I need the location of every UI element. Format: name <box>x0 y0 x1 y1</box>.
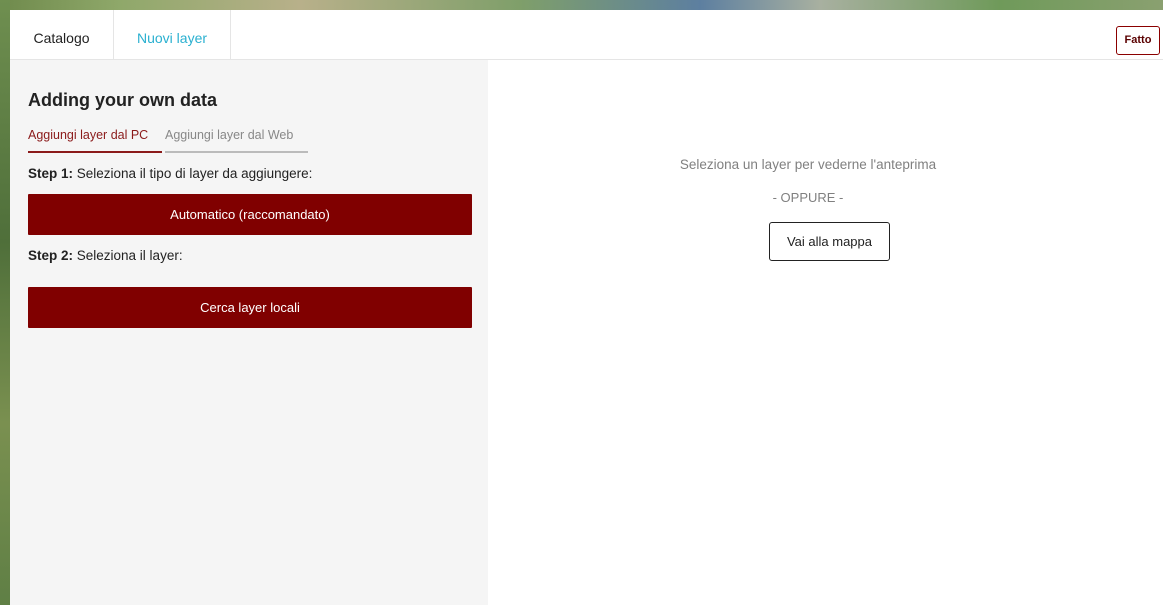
layer-type-select[interactable]: Automatico (raccomandato) <box>28 194 472 235</box>
preview-or-separator: - OPPURE - <box>772 190 844 205</box>
tab-new-layers[interactable]: Nuovi layer <box>114 10 231 59</box>
step1-text: Seleziona il tipo di layer da aggiungere… <box>73 166 313 181</box>
subtab-add-from-web[interactable]: Aggiungi layer dal Web <box>165 128 308 153</box>
panel-title: Adding your own data <box>28 90 217 110</box>
step1-label: Step 1: Seleziona il tipo di layer da ag… <box>28 166 312 181</box>
subtab-add-from-pc[interactable]: Aggiungi layer dal PC <box>28 128 162 153</box>
go-to-map-button[interactable]: Vai alla mappa <box>769 222 890 261</box>
step2-label: Step 2: Seleziona il layer: <box>28 248 183 263</box>
step1-prefix: Step 1: <box>28 166 74 181</box>
preview-hint: Seleziona un layer per vederne l'antepri… <box>679 157 937 172</box>
modal-tabbar: Catalogo Nuovi layer Fatto <box>10 10 1163 60</box>
browse-local-layers-button[interactable]: Cerca layer locali <box>28 287 472 328</box>
tab-catalog[interactable]: Catalogo <box>10 10 114 59</box>
add-data-modal: Catalogo Nuovi layer Fatto Adding your o… <box>10 10 1163 605</box>
preview-area: Seleziona un layer per vederne l'antepri… <box>488 60 1163 605</box>
step2-prefix: Step 2: <box>28 248 74 263</box>
add-data-panel: Adding your own data Aggiungi layer dal … <box>10 60 488 605</box>
map-left-edge <box>0 0 10 605</box>
done-button[interactable]: Fatto <box>1116 26 1160 55</box>
step2-text: Seleziona il layer: <box>73 248 183 263</box>
